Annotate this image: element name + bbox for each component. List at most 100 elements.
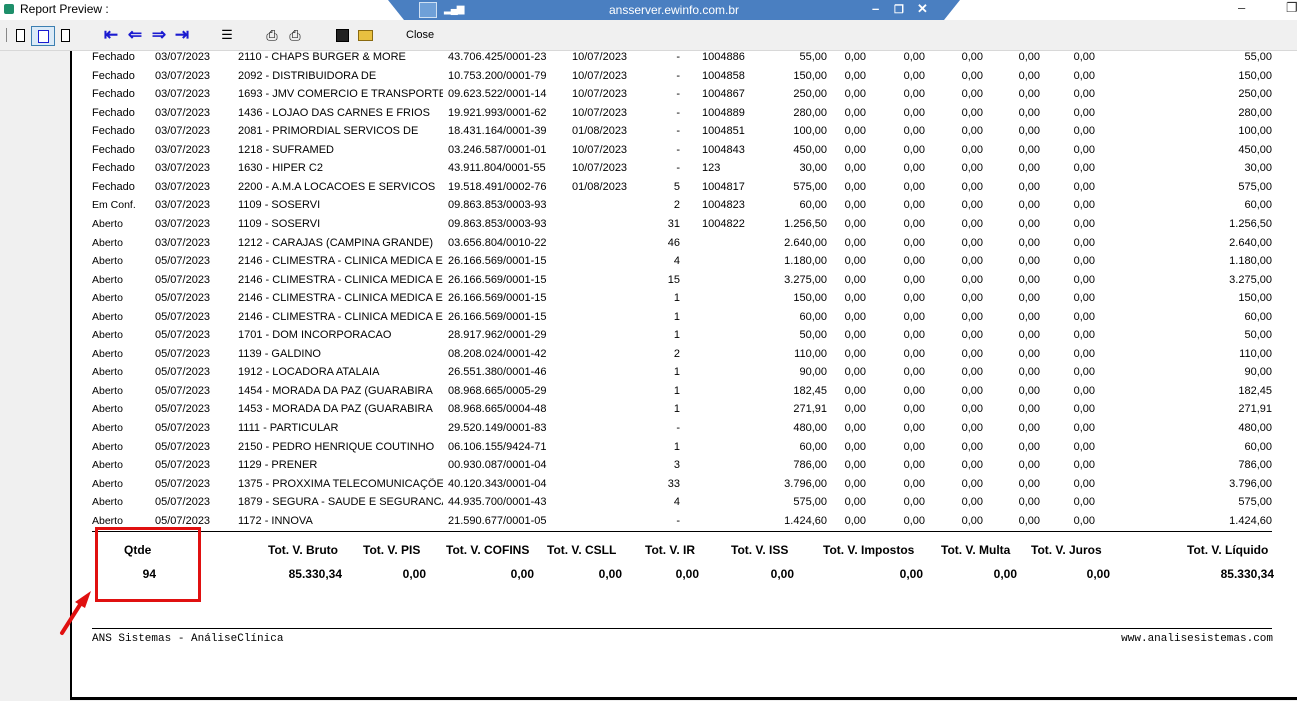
cofins-cell: 0,00 <box>903 496 925 509</box>
remote-minimize-icon[interactable]: – <box>872 1 879 16</box>
table-row: Aberto 05/07/2023 1453 - MORADA DA PAZ (GU… <box>72 403 1297 421</box>
table-row: Fechado 03/07/2023 1218 - SUFRAMED 03.246.5… <box>72 144 1297 162</box>
status-cell: Aberto <box>92 347 123 360</box>
window-title: Report Preview : <box>20 2 109 16</box>
status-cell: Aberto <box>92 366 123 379</box>
due-date-cell: 10/07/2023 <box>572 69 628 82</box>
cofins-cell: 0,00 <box>903 51 925 63</box>
next-page-button[interactable]: ⇒ <box>150 25 168 44</box>
qty-cell: 46 <box>667 236 680 249</box>
remote-close-icon[interactable]: ✕ <box>917 1 928 17</box>
cofins-header: Tot. V. COFINS <box>446 543 530 557</box>
client-cell: 2146 - CLIMESTRA - CLINICA MEDICA E <box>238 310 443 323</box>
csll-cell: 0,00 <box>961 51 983 63</box>
cnpj-cell: 19.518.491/0002-76 <box>448 180 547 193</box>
client-cell: 2146 - CLIMESTRA - CLINICA MEDICA E <box>238 292 443 305</box>
page-width-button[interactable] <box>31 26 55 46</box>
gross-cell: 280,00 <box>793 106 827 119</box>
printer-setup-button[interactable]: ⎙ <box>263 26 281 44</box>
ir-cell: 0,00 <box>1018 310 1040 323</box>
table-row: Aberto 03/07/2023 1109 - SOSERVI 09.863.853… <box>72 218 1297 236</box>
ir-cell: 0,00 <box>1018 180 1040 193</box>
table-row: Aberto 05/07/2023 2146 - CLIMESTRA - CLINI… <box>72 274 1297 292</box>
gross-cell: 182,45 <box>793 384 827 397</box>
cnpj-cell: 43.911.804/0001-55 <box>448 162 546 175</box>
cofins-cell: 0,00 <box>903 422 925 434</box>
table-row: Aberto 03/07/2023 1212 - CARAJAS (CAMPINA … <box>72 237 1297 255</box>
print-button[interactable]: ⎙ <box>286 26 304 44</box>
remote-restore-icon[interactable]: ❐ <box>894 3 904 16</box>
open-button[interactable] <box>356 26 374 44</box>
iss-cell: 0,00 <box>1073 329 1095 342</box>
ir-cell: 0,00 <box>1018 69 1040 82</box>
csll-cell: 0,00 <box>961 459 983 472</box>
table-row: Aberto 05/07/2023 1129 - PRENER 00.930.087/… <box>72 459 1297 477</box>
ir-cell: 0,00 <box>1018 217 1040 230</box>
goto-page-button[interactable]: ☰ <box>218 26 236 44</box>
cofins-cell: 0,00 <box>903 69 925 82</box>
qty-cell: 1 <box>673 329 680 342</box>
gross-cell: 100,00 <box>793 125 827 138</box>
close-button[interactable]: Close <box>406 29 434 41</box>
iss-cell: 0,00 <box>1073 496 1095 509</box>
table-row: Aberto 05/07/2023 1912 - LOCADORA ATALAIA 2… <box>72 366 1297 384</box>
qty-cell: 4 <box>673 496 680 509</box>
client-cell: 1172 - INNOVA <box>238 514 313 527</box>
ir-cell: 0,00 <box>1018 440 1040 453</box>
client-cell: 1454 - MORADA DA PAZ (GUARABIRA <box>238 384 433 397</box>
status-cell: Aberto <box>92 514 123 527</box>
net-cell: 1.256,50 <box>1229 217 1272 230</box>
iss-cell: 0,00 <box>1073 88 1095 101</box>
status-cell: Fechado <box>92 88 135 101</box>
net-cell: 90,00 <box>1244 366 1272 379</box>
table-row: Aberto 05/07/2023 2150 - PEDRO HENRIQUE CO… <box>72 441 1297 459</box>
pis-cell: 0,00 <box>844 255 866 268</box>
pis-cell: 0,00 <box>844 88 866 101</box>
table-row: Fechado 03/07/2023 1693 - JMV COMERCIO E T… <box>72 88 1297 106</box>
iss-cell: 0,00 <box>1073 403 1095 416</box>
date-cell: 05/07/2023 <box>155 477 211 490</box>
actual-size-button[interactable] <box>59 26 71 44</box>
cnpj-cell: 26.166.569/0001-15 <box>448 255 547 268</box>
first-page-button[interactable]: ⇤ <box>102 25 120 44</box>
client-cell: 1111 - PARTICULAR <box>238 422 339 434</box>
due-date-cell: 10/07/2023 <box>572 143 628 156</box>
footer-website: www.analisesistemas.com <box>1121 633 1273 645</box>
net-cell: 280,00 <box>1238 106 1272 119</box>
cnpj-cell: 26.166.569/0001-15 <box>448 292 547 305</box>
table-row: Aberto 05/07/2023 2146 - CLIMESTRA - CLINI… <box>72 255 1297 273</box>
cofins-cell: 0,00 <box>903 514 925 527</box>
save-button[interactable] <box>333 26 351 44</box>
minimize-icon[interactable]: – <box>1238 0 1245 15</box>
ir-cell: 0,00 <box>1018 88 1040 101</box>
net-cell: 182,45 <box>1238 384 1272 397</box>
bruto-value: 85.330,34 <box>288 567 342 581</box>
qty-cell: 15 <box>667 273 680 286</box>
status-cell: Aberto <box>92 329 123 342</box>
last-page-button[interactable]: ⇥ <box>173 25 191 44</box>
status-cell: Aberto <box>92 217 123 230</box>
pis-cell: 0,00 <box>844 125 866 138</box>
date-cell: 03/07/2023 <box>155 199 211 212</box>
previous-page-button[interactable]: ⇐ <box>126 25 144 44</box>
qty-cell: - <box>676 143 680 156</box>
cnpj-cell: 09.623.522/0001-14 <box>448 88 547 101</box>
client-cell: 1879 - SEGURA - SAUDE E SEGURANCA <box>238 496 443 509</box>
ir-cell: 0,00 <box>1018 273 1040 286</box>
date-cell: 03/07/2023 <box>155 180 211 193</box>
date-cell: 05/07/2023 <box>155 292 211 305</box>
cnpj-cell: 40.120.343/0001-04 <box>448 477 547 490</box>
table-row: Aberto 05/07/2023 1879 - SEGURA - SAUDE E … <box>72 496 1297 514</box>
iss-cell: 0,00 <box>1073 514 1095 527</box>
iss-cell: 0,00 <box>1073 69 1095 82</box>
iss-header: Tot. V. ISS <box>731 543 789 557</box>
date-cell: 05/07/2023 <box>155 496 211 509</box>
cnpj-cell: 26.166.569/0001-15 <box>448 273 547 286</box>
whole-page-button[interactable] <box>14 26 26 44</box>
qty-cell: - <box>676 162 680 175</box>
restore-icon[interactable]: ❐ <box>1286 0 1297 16</box>
pis-cell: 0,00 <box>844 143 866 156</box>
gross-cell: 150,00 <box>793 69 827 82</box>
table-row: Fechado 03/07/2023 2092 - DISTRIBUIDORA DE… <box>72 70 1297 88</box>
iss-cell: 0,00 <box>1073 236 1095 249</box>
